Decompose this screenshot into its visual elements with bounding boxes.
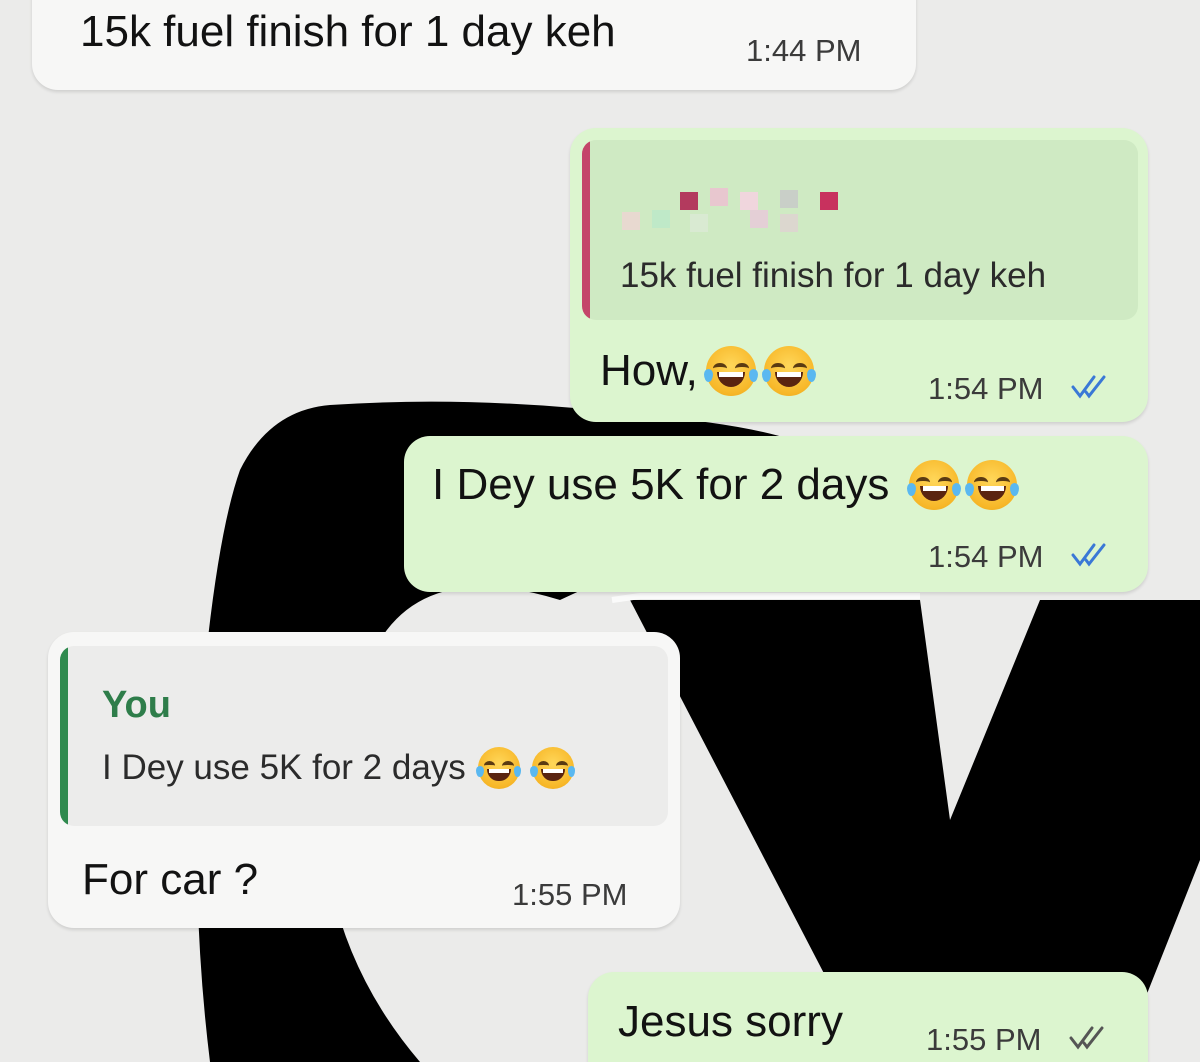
tears-of-joy-emoji-icon xyxy=(703,346,758,396)
message-text: I Dey use 5K for 2 days xyxy=(432,460,890,509)
quote-accent-bar xyxy=(582,140,590,320)
message-bubble-outgoing[interactable]: Jesus sorry 1:55 PM xyxy=(588,972,1148,1062)
message-bubble-outgoing[interactable]: I Dey use 5K for 2 days 1:54 PM xyxy=(404,436,1148,592)
blurred-sender-name xyxy=(612,178,852,238)
message-timestamp: 1:44 PM xyxy=(746,33,862,68)
message-text: For car ? xyxy=(82,855,259,904)
quoted-message-text: 15k fuel finish for 1 day keh xyxy=(620,256,1047,295)
tears-of-joy-emoji-icon xyxy=(530,747,576,789)
quoted-message-text: I Dey use 5K for 2 days xyxy=(102,748,466,787)
tears-of-joy-emoji-icon xyxy=(761,346,816,396)
quote-accent-bar xyxy=(60,646,68,826)
tears-of-joy-emoji-icon xyxy=(907,460,962,510)
quoted-message[interactable]: You I Dey use 5K for 2 days xyxy=(60,646,668,826)
quoted-message[interactable]: 15k fuel finish for 1 day keh xyxy=(582,140,1138,320)
message-timestamp: 1:54 PM xyxy=(928,539,1044,574)
message-timestamp: 1:55 PM xyxy=(512,877,628,912)
message-bubble-outgoing[interactable]: 15k fuel finish for 1 day keh How, 1:54 … xyxy=(570,128,1148,422)
tears-of-joy-emoji-icon xyxy=(965,460,1020,510)
message-text: How, xyxy=(600,346,698,395)
quoted-message-author: You xyxy=(102,684,171,726)
double-check-icon xyxy=(1071,375,1106,399)
message-content: I Dey use 5K for 2 days xyxy=(432,460,1020,510)
double-check-icon xyxy=(1069,1026,1104,1050)
quoted-message-content: I Dey use 5K for 2 days xyxy=(102,746,576,790)
double-check-icon xyxy=(1071,543,1106,567)
message-content: How, xyxy=(600,346,816,396)
message-timestamp: 1:55 PM xyxy=(926,1022,1042,1057)
message-text: Jesus sorry xyxy=(618,997,843,1046)
message-timestamp: 1:54 PM xyxy=(928,371,1044,406)
message-bubble-incoming[interactable]: You I Dey use 5K for 2 days For car ? 1:… xyxy=(48,632,680,928)
message-text: 15k fuel finish for 1 day keh xyxy=(80,7,616,56)
tears-of-joy-emoji-icon xyxy=(476,747,522,789)
message-bubble-incoming[interactable]: 15k fuel finish for 1 day keh 1:44 PM xyxy=(32,0,916,90)
